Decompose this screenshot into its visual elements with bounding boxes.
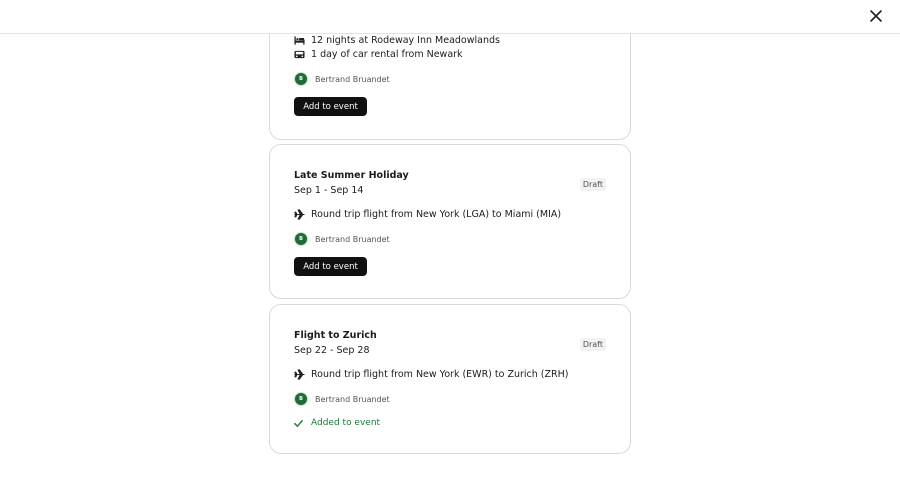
added-to-event-status: Added to event [294,418,380,428]
itinerary-item-text: Round trip flight from New York (LGA) to… [311,208,562,220]
status-badge: Draft [579,178,606,191]
trip-title: Flight to Zurich [294,330,377,341]
owner-name: Bertrand Bruandet [315,394,390,404]
owner-name: Bertrand Bruandet [315,234,390,244]
modal-header [0,0,900,34]
trip-title: Late Summer Holiday [294,170,409,181]
status-badge: Draft [579,338,606,351]
itinerary-item-text: Round trip flight from New York (EWR) to… [311,368,569,380]
added-label: Added to event [311,418,381,428]
close-icon[interactable] [868,8,884,24]
trip-dates: Sep 22 - Sep 28 [294,345,370,356]
itinerary-item-text: 1 day of car rental from Newark [311,48,463,60]
itinerary-item: 1 day of car rental from Newark [294,47,463,61]
owner: B Bertrand Bruandet [294,392,390,406]
itinerary-item: Round trip flight from New York (EWR) to… [294,367,568,381]
bed-icon [294,35,305,45]
itinerary-item: Round trip flight from New York (LGA) to… [294,207,561,221]
avatar: B [294,232,308,246]
plane-icon [294,368,305,380]
owner: B Bertrand Bruandet [294,72,390,86]
avatar: B [294,72,308,86]
owner: B Bertrand Bruandet [294,232,390,246]
trip-dates: Sep 1 - Sep 14 [294,185,364,196]
checkmark-icon [294,419,303,427]
itinerary-item-text: 12 nights at Rodeway Inn Meadowlands [311,34,500,46]
car-icon [294,50,305,58]
add-to-event-button[interactable]: Add to event [294,97,367,116]
trip-card-flight-to-zurich[interactable]: Flight to Zurich Sep 22 - Sep 28 Draft R… [269,304,631,454]
itinerary-item: 12 nights at Rodeway Inn Meadowlands [294,33,500,47]
owner-name: Bertrand Bruandet [315,74,390,84]
plane-icon [294,208,305,220]
trip-card-late-summer-holiday[interactable]: Late Summer Holiday Sep 1 - Sep 14 Draft… [269,144,631,299]
add-to-event-button[interactable]: Add to event [294,257,367,276]
avatar: B [294,392,308,406]
